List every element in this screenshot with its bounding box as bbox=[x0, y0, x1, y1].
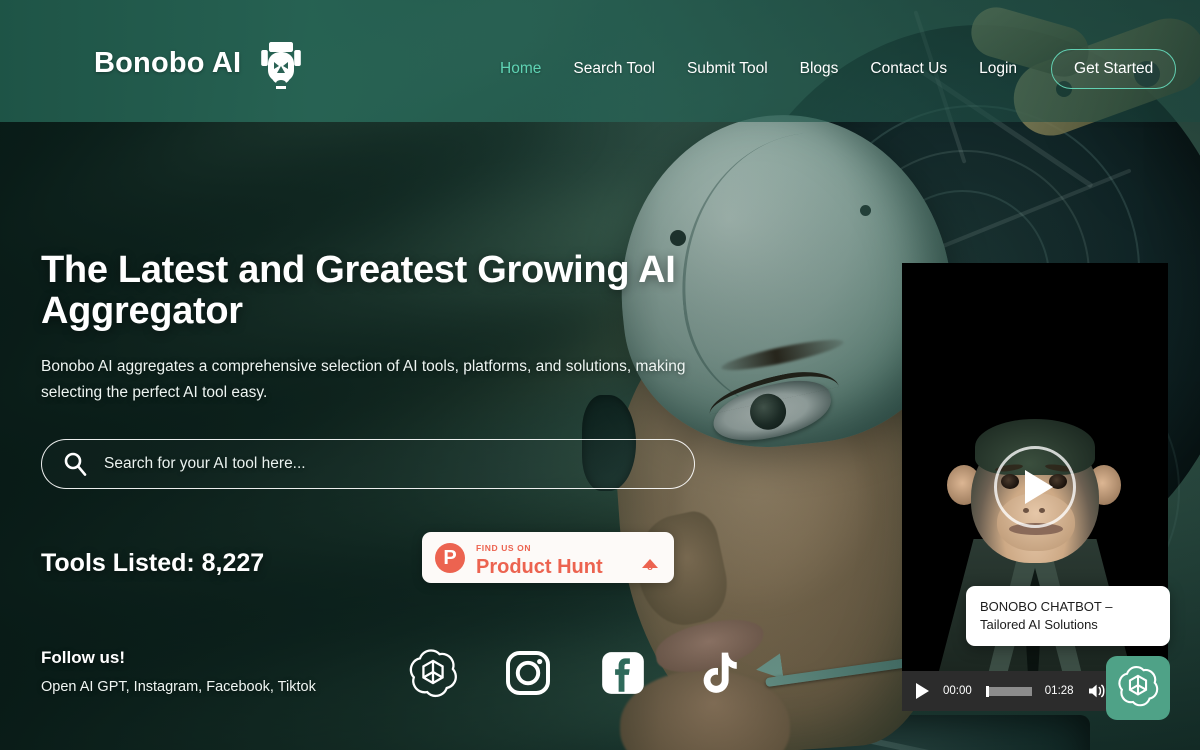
nav-item-home[interactable]: Home bbox=[500, 60, 557, 78]
follow-us-list: Open AI GPT, Instagram, Facebook, Tiktok bbox=[41, 679, 316, 695]
product-hunt-upvote[interactable]: 8 bbox=[642, 542, 658, 573]
play-icon bbox=[1024, 470, 1053, 504]
nav-item-blogs[interactable]: Blogs bbox=[800, 60, 855, 78]
product-hunt-title: Product Hunt bbox=[476, 555, 603, 578]
bonobo-head-icon bbox=[257, 36, 305, 90]
duration: 01:28 bbox=[1044, 685, 1074, 697]
brand-name: Bonobo AI bbox=[94, 46, 242, 79]
chat-widget-button[interactable] bbox=[1106, 656, 1170, 720]
video-title-tooltip: BONOBO CHATBOT – Tailored AI Solutions bbox=[966, 586, 1170, 646]
main-navigation: Home Search Tool Submit Tool Blogs Conta… bbox=[500, 49, 1177, 89]
tools-listed-counter: Tools Listed: 8,227 bbox=[41, 549, 265, 577]
hero-copy: The Latest and Greatest Growing AI Aggre… bbox=[41, 250, 761, 406]
nav-item-submit-tool[interactable]: Submit Tool bbox=[687, 60, 784, 78]
follow-us-block: Follow us! Open AI GPT, Instagram, Faceb… bbox=[41, 648, 316, 695]
product-hunt-kicker: FIND US ON bbox=[476, 542, 532, 553]
social-links bbox=[408, 648, 743, 703]
instagram-icon[interactable] bbox=[503, 648, 553, 703]
hero-subtitle: Bonobo AI aggregates a comprehensive sel… bbox=[41, 358, 686, 401]
site-header: Bonobo AI Home Search Tool Submit Tool B… bbox=[0, 0, 1200, 122]
follow-us-title: Follow us! bbox=[41, 648, 126, 667]
search-bar[interactable]: Search for your AI tool here... bbox=[41, 439, 695, 489]
page-title: The Latest and Greatest Growing AI Aggre… bbox=[41, 249, 676, 332]
product-hunt-icon: P bbox=[435, 542, 465, 573]
search-icon bbox=[62, 451, 88, 477]
product-hunt-badge[interactable]: P FIND US ON Product Hunt 8 bbox=[422, 532, 674, 583]
play-icon[interactable] bbox=[916, 683, 929, 699]
nav-item-login[interactable]: Login bbox=[979, 60, 1033, 78]
tiktok-icon[interactable] bbox=[693, 648, 743, 703]
progress-slider[interactable] bbox=[985, 685, 1032, 697]
brand-logo[interactable]: Bonobo AI bbox=[94, 36, 305, 90]
openai-icon bbox=[1117, 665, 1159, 712]
facebook-icon[interactable] bbox=[598, 648, 648, 703]
get-started-button[interactable]: Get Started bbox=[1051, 49, 1177, 89]
openai-icon[interactable] bbox=[408, 648, 458, 703]
page-root: Bonobo AI Home Search Tool Submit Tool B… bbox=[0, 0, 1200, 750]
search-input[interactable]: Search for your AI tool here... bbox=[104, 455, 306, 473]
play-button-overlay[interactable] bbox=[994, 446, 1076, 528]
current-time: 00:00 bbox=[943, 685, 972, 697]
nav-item-search-tool[interactable]: Search Tool bbox=[573, 60, 671, 78]
nav-item-contact-us[interactable]: Contact Us bbox=[870, 60, 963, 78]
product-hunt-copy: FIND US ON Product Hunt bbox=[476, 538, 603, 578]
